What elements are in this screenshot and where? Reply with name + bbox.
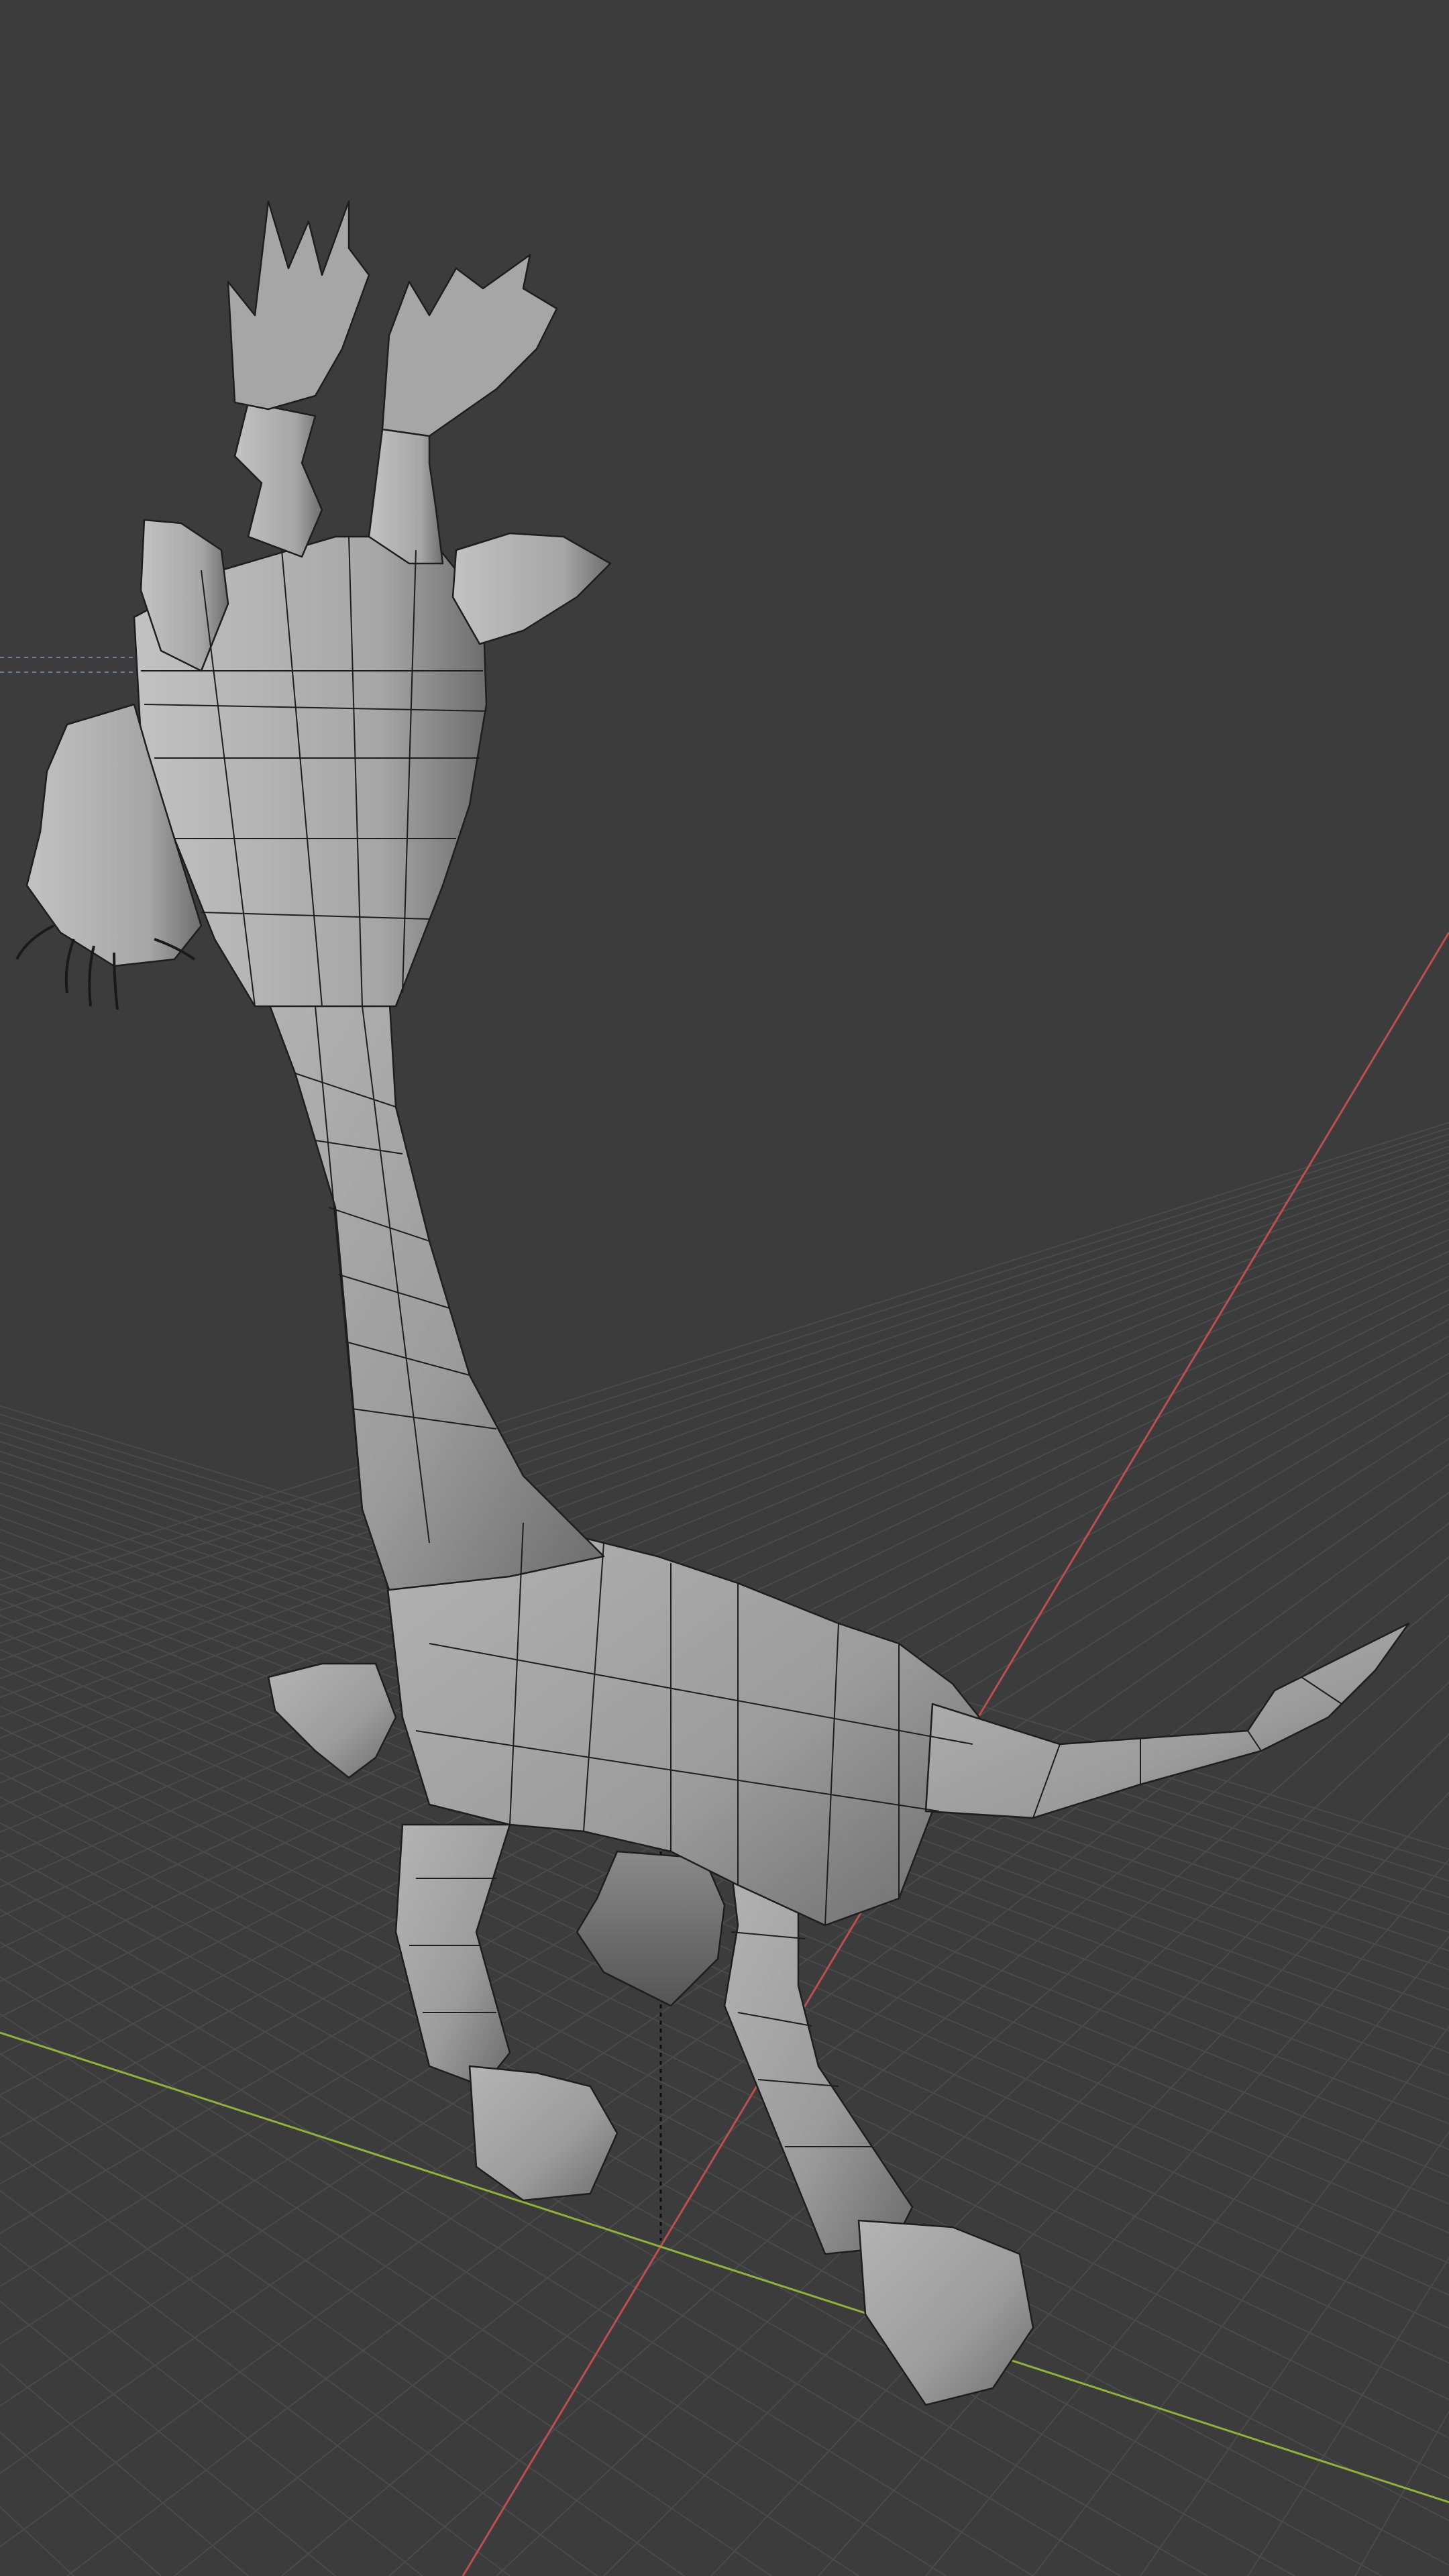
horn-tuft-right[interactable] xyxy=(381,254,558,437)
grid-line xyxy=(1032,2025,1449,2576)
back-hoof-left[interactable] xyxy=(857,2219,1034,2406)
front-hoof-left[interactable] xyxy=(468,2065,619,2202)
front-leg-left[interactable] xyxy=(394,1823,511,2088)
hind-leg-rear[interactable] xyxy=(576,1850,726,2007)
horn-right[interactable] xyxy=(368,428,444,565)
giraffe-tail[interactable] xyxy=(924,1622,1410,1819)
ear-right[interactable] xyxy=(451,532,612,645)
y-axis-line xyxy=(0,2031,1449,2504)
horn-tuft-left[interactable] xyxy=(227,200,370,411)
giraffe-chest[interactable] xyxy=(267,1662,397,1779)
horn-left[interactable] xyxy=(233,401,323,558)
viewport-canvas[interactable] xyxy=(0,0,1449,2576)
3d-viewport[interactable] xyxy=(0,0,1449,2576)
